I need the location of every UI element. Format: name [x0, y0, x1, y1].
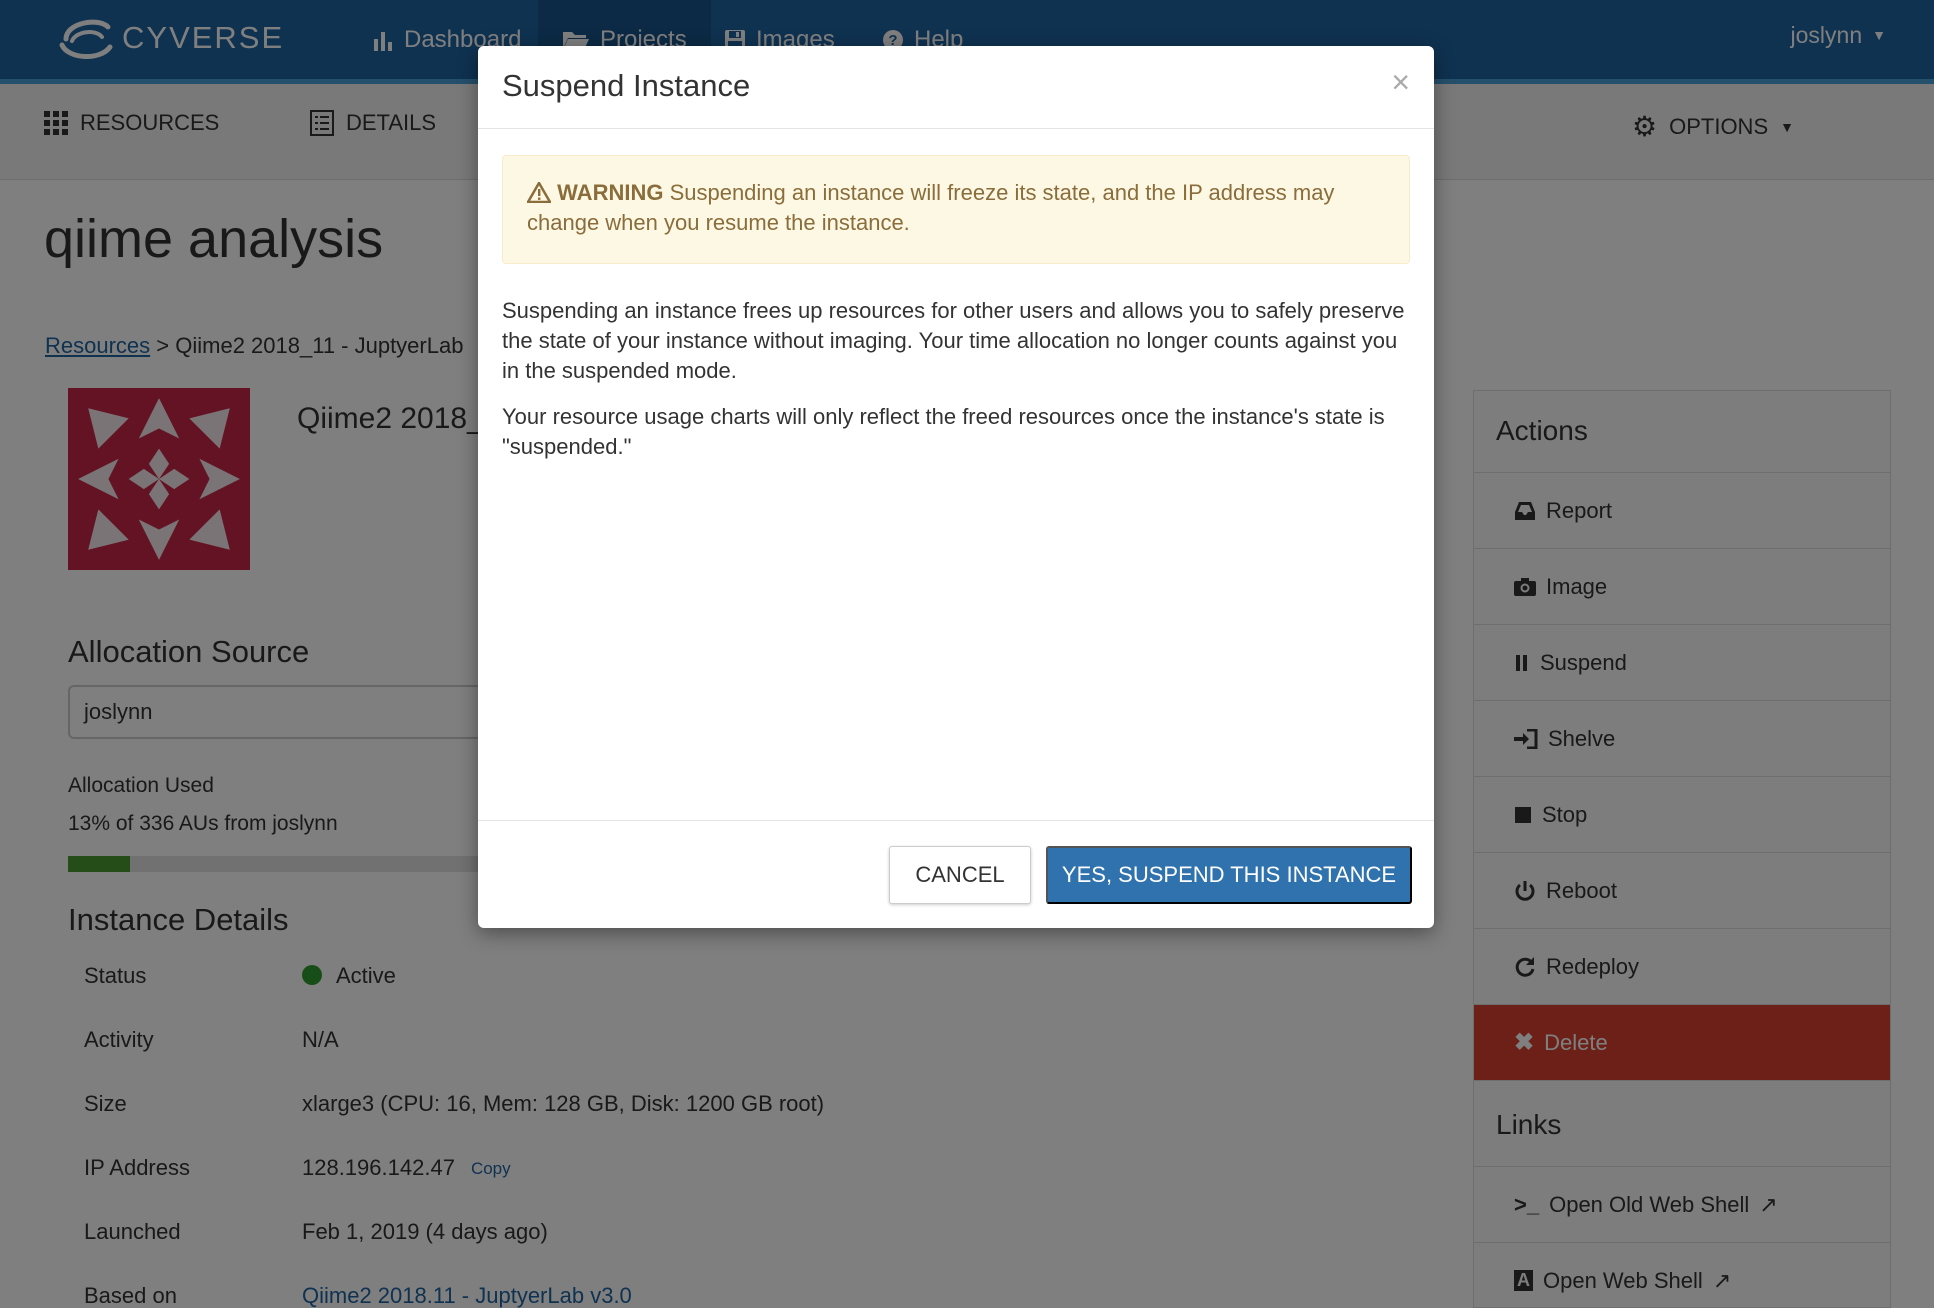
- warning-triangle-icon: [525, 180, 553, 204]
- confirm-suspend-button[interactable]: YES, SUSPEND THIS INSTANCE: [1046, 846, 1412, 904]
- modal-body: WARNING Suspending an instance will free…: [478, 129, 1434, 819]
- cancel-button[interactable]: CANCEL: [889, 846, 1031, 904]
- warning-label: WARNING: [557, 180, 664, 205]
- modal-title: Suspend Instance: [502, 68, 751, 103]
- warning-alert: WARNING Suspending an instance will free…: [502, 155, 1410, 264]
- modal-paragraph-2: Your resource usage charts will only ref…: [502, 404, 1385, 459]
- close-icon[interactable]: ×: [1391, 66, 1410, 98]
- modal-paragraph-1: Suspending an instance frees up resource…: [502, 298, 1405, 383]
- suspend-instance-modal: Suspend Instance × WARNING Suspending an…: [478, 46, 1434, 928]
- modal-footer: CANCEL YES, SUSPEND THIS INSTANCE: [478, 820, 1434, 928]
- modal-header: Suspend Instance ×: [478, 46, 1434, 129]
